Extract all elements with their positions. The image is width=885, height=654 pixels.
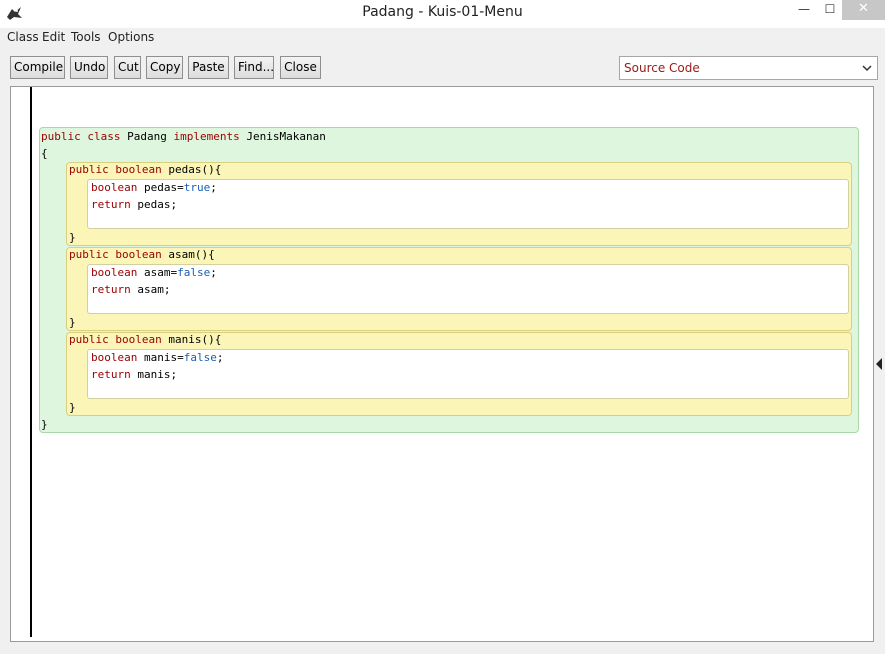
kw-public: public: [69, 163, 109, 176]
method-close-brace: }: [69, 316, 76, 329]
triangle-left-icon[interactable]: [876, 358, 882, 370]
method-signature: public boolean asam(){: [69, 248, 215, 262]
method-block-manis: public boolean manis(){ boolean manis=fa…: [66, 332, 852, 416]
kw-boolean: boolean: [91, 351, 138, 364]
return-value: asam;: [137, 283, 171, 296]
maximize-button[interactable]: ☐: [818, 0, 842, 20]
class-open-brace: {: [41, 147, 48, 160]
kw-public: public: [41, 130, 81, 143]
code-line: boolean asam=false;: [91, 266, 217, 280]
kw-return: return: [91, 283, 131, 296]
undo-button[interactable]: Undo: [70, 56, 108, 79]
method-name: manis(){: [168, 333, 222, 346]
kw-class: class: [87, 130, 121, 143]
method-name: asam(){: [168, 248, 215, 261]
method-name: pedas(){: [168, 163, 222, 176]
code-editor[interactable]: public class Padang implements JenisMaka…: [10, 86, 874, 642]
code-line: return asam;: [91, 283, 171, 297]
cut-button[interactable]: Cut: [114, 56, 141, 79]
kw-public: public: [69, 248, 109, 261]
paste-button[interactable]: Paste: [188, 56, 229, 79]
kw-return: return: [91, 368, 131, 381]
code-line: boolean pedas=true;: [91, 181, 217, 195]
var-assign: asam=: [143, 266, 178, 279]
find-button[interactable]: Find...: [234, 56, 274, 79]
menu-tools[interactable]: Tools: [71, 30, 101, 44]
kw-boolean: boolean: [115, 333, 162, 346]
chevron-down-icon: [862, 65, 872, 72]
kw-boolean: boolean: [115, 163, 162, 176]
code-line: return pedas;: [91, 198, 177, 212]
method-body: boolean pedas=true; return pedas;: [87, 179, 849, 229]
kw-boolean: boolean: [91, 181, 138, 194]
close-button[interactable]: Close: [280, 56, 321, 79]
code-line: boolean manis=false;: [91, 351, 223, 365]
copy-button[interactable]: Copy: [146, 56, 183, 79]
method-body: boolean manis=false; return manis;: [87, 349, 849, 399]
kw-boolean: boolean: [91, 266, 138, 279]
title-bar: Padang - Kuis-01-Menu — ☐ ✕: [0, 0, 885, 28]
method-close-brace: }: [69, 401, 76, 414]
view-selector-value: Source Code: [624, 61, 700, 75]
method-block-pedas: public boolean pedas(){ boolean pedas=tr…: [66, 162, 852, 246]
compile-button[interactable]: Compile: [10, 56, 65, 79]
class-close-brace: }: [41, 418, 48, 431]
kw-implements: implements: [173, 130, 240, 143]
class-scope-block: public class Padang implements JenisMaka…: [39, 127, 859, 433]
method-close-brace: }: [69, 231, 76, 244]
class-name: Padang: [127, 130, 167, 143]
literal-value: true: [183, 181, 211, 194]
code-line: return manis;: [91, 368, 177, 382]
var-assign: pedas=: [143, 181, 184, 194]
menu-options[interactable]: Options: [108, 30, 154, 44]
method-body: boolean asam=false; return asam;: [87, 264, 849, 314]
semicolon: ;: [210, 181, 217, 194]
method-signature: public boolean manis(){: [69, 333, 221, 347]
menu-edit[interactable]: Edit: [42, 30, 65, 44]
literal-value: false: [177, 266, 211, 279]
var-assign: manis=: [143, 351, 184, 364]
kw-return: return: [91, 198, 131, 211]
semicolon: ;: [216, 351, 224, 364]
minimize-button[interactable]: —: [790, 0, 818, 20]
kw-public: public: [69, 333, 109, 346]
menu-bar: Class Edit Tools Options: [0, 28, 885, 48]
menu-class[interactable]: Class: [7, 30, 39, 44]
return-value: pedas;: [137, 198, 178, 211]
literal-value: false: [183, 351, 217, 364]
interface-name: JenisMakanan: [246, 130, 326, 143]
kw-boolean: boolean: [115, 248, 162, 261]
editor-gutter-line: [30, 87, 32, 637]
window-title: Padang - Kuis-01-Menu: [362, 4, 523, 20]
status-bar: [0, 646, 885, 654]
method-signature: public boolean pedas(){: [69, 163, 221, 177]
close-window-button[interactable]: ✕: [842, 0, 885, 20]
method-block-asam: public boolean asam(){ boolean asam=fals…: [66, 247, 852, 331]
view-selector[interactable]: Source Code: [619, 56, 878, 80]
class-declaration: public class Padang implements JenisMaka…: [41, 130, 326, 144]
return-value: manis;: [137, 368, 178, 381]
semicolon: ;: [210, 266, 217, 279]
